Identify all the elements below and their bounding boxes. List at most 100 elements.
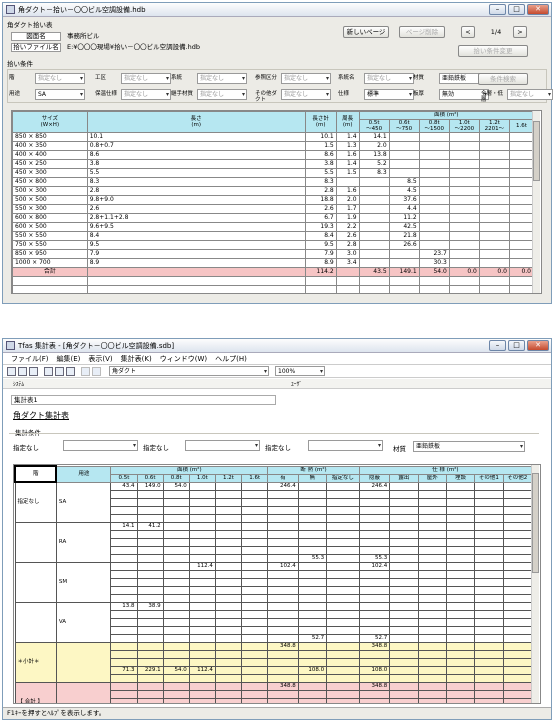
table-row[interactable]: 指定なし SA 43.4 149.0 54.0 246.4 246.4 xyxy=(14,481,533,523)
menu-item[interactable]: ヘルプ(H) xyxy=(215,354,247,364)
use-cell: SM xyxy=(55,561,112,603)
filter-select[interactable]: 指定なし xyxy=(121,73,171,84)
value-cell: 149.0 xyxy=(136,481,164,491)
cond-2-select[interactable] xyxy=(185,440,260,451)
empty-cell xyxy=(267,609,299,619)
scroll-thumb[interactable] xyxy=(533,121,540,181)
maximize-button[interactable]: □ xyxy=(508,4,525,15)
minimize-button-2[interactable]: – xyxy=(489,340,506,351)
sheet-name-field[interactable]: 集計表1 xyxy=(11,395,276,405)
table-row[interactable]: 400 × 400 8.6 8.6 1.6 13.8 xyxy=(12,150,535,160)
value-cell xyxy=(389,601,419,611)
maximize-button-2[interactable]: □ xyxy=(508,340,525,351)
filter-label: 系統名 xyxy=(338,75,355,81)
filter-select[interactable]: 指定なし xyxy=(281,89,331,100)
value-cell xyxy=(162,601,190,611)
menu-item[interactable]: 集計表(K) xyxy=(121,354,152,364)
filter-select[interactable]: 指定なし xyxy=(35,73,85,84)
table-row[interactable]: 450 × 300 5.5 5.5 1.5 8.3 xyxy=(12,168,535,178)
table-row[interactable]: 600 × 500 9.6+9.5 19.3 2.2 42.5 xyxy=(12,222,535,232)
table-cell xyxy=(388,150,420,160)
empty-cell xyxy=(358,649,391,659)
minimize-button[interactable]: – xyxy=(489,4,506,15)
empty-cell xyxy=(502,529,533,539)
table-row[interactable]: 1000 × 700 8.9 8.9 3.4 30.3 xyxy=(12,258,535,268)
table-row[interactable]: 500 × 300 2.8 2.8 1.6 4.5 xyxy=(12,186,535,196)
value-cell: 102.4 xyxy=(358,561,391,571)
filter-select[interactable]: 標準 xyxy=(364,89,414,100)
menu-item[interactable]: ウィンドウ(W) xyxy=(160,354,207,364)
table-row[interactable]: SM 112.4 102.4 102.4 xyxy=(14,561,533,603)
menu-item[interactable]: 編集(E) xyxy=(57,354,81,364)
table-row[interactable]: 450 × 800 8.3 8.3 8.5 xyxy=(12,177,535,187)
table-row[interactable]: 750 × 550 9.5 9.5 2.8 26.6 xyxy=(12,240,535,250)
table-cell xyxy=(418,222,450,232)
table-row[interactable]: 550 × 550 8.4 8.4 2.6 21.8 xyxy=(12,231,535,241)
close-button-2[interactable]: ✕ xyxy=(527,340,549,351)
table-row[interactable]: 600 × 800 2.8+1.1+2.8 6.7 1.9 11.2 xyxy=(12,213,535,223)
menu-item[interactable]: 表示(V) xyxy=(88,354,112,364)
summary-scroll-thumb[interactable] xyxy=(532,473,539,573)
value-cell xyxy=(445,561,476,571)
summary-scrollbar[interactable] xyxy=(531,465,539,703)
table-row[interactable]: VA 13.8 38.9 xyxy=(14,601,533,643)
change-conditions-button[interactable]: 拾い条件変更 xyxy=(458,45,528,57)
summary-table: 階用途 面積 (m²) 断 熱 (m²) 仕 様 (m²) 0.5t 0.6t 0.8t 1.… xyxy=(14,465,533,703)
value-cell xyxy=(214,593,243,603)
table-row[interactable]: ＊小計＊ 348.8 348.8 xyxy=(14,641,533,683)
table-cell: 3.4 xyxy=(335,258,360,268)
filter-select[interactable]: 指定なし xyxy=(281,73,331,84)
material-select[interactable]: 亜鉛鉄板 xyxy=(413,441,525,452)
new-page-button[interactable]: 新しいページ xyxy=(343,26,389,38)
filter-select[interactable]: SA xyxy=(35,89,85,100)
empty-cell xyxy=(162,697,190,703)
table-row[interactable]: 850 × 850 10.1 10.1 1.4 14.1 xyxy=(12,132,535,142)
filter-select[interactable]: 指定なし xyxy=(121,89,171,100)
cond-1-select[interactable] xyxy=(63,440,138,451)
save-icon[interactable] xyxy=(29,366,38,376)
menu-item[interactable]: ファイル(F) xyxy=(11,354,49,364)
close-button[interactable]: ✕ xyxy=(527,4,549,15)
redo-icon[interactable] xyxy=(92,366,101,376)
filter-select[interactable]: 指定なし xyxy=(364,73,414,84)
table-cell xyxy=(478,258,510,268)
table-row[interactable]: 850 × 950 7.9 7.9 3.0 23.7 xyxy=(12,249,535,259)
value-cell xyxy=(110,553,138,563)
empty-cell xyxy=(110,537,138,547)
table-cell: 30.3 xyxy=(418,258,450,268)
filter-select[interactable]: 指定なし xyxy=(197,89,247,100)
open-folder-icon[interactable] xyxy=(18,366,27,376)
table-cell xyxy=(448,213,480,223)
undo-icon[interactable] xyxy=(81,366,90,376)
table-cell xyxy=(418,168,450,178)
empty-cell xyxy=(389,617,419,627)
delete-page-button[interactable]: ページ削除 xyxy=(399,26,445,38)
table-scrollbar[interactable] xyxy=(532,111,540,293)
table-row[interactable]: 450 × 250 3.8 3.8 1.4 5.2 xyxy=(12,159,535,169)
table-cell xyxy=(478,240,510,250)
condition-search-button[interactable]: 条件検索 xyxy=(478,73,528,85)
value-cell xyxy=(326,513,360,523)
empty-cell xyxy=(297,585,328,595)
cond-3-select[interactable] xyxy=(308,440,383,451)
print-icon[interactable] xyxy=(55,366,64,376)
value-cell xyxy=(241,521,269,531)
filter-select[interactable]: 指定なし xyxy=(507,89,553,100)
new-file-icon[interactable] xyxy=(7,366,16,376)
copy-icon[interactable] xyxy=(44,366,53,376)
type-combo[interactable]: 角ダクト xyxy=(109,366,269,376)
table-row[interactable]: 【 合計 】 348.8 348.8 xyxy=(14,681,533,703)
empty-cell xyxy=(474,489,504,499)
prev-page-button[interactable]: < xyxy=(461,26,475,38)
summary-conditions-label: 集計条件 xyxy=(15,429,41,437)
table-row[interactable]: 400 × 350 0.8+0.7 1.5 1.3 2.0 xyxy=(12,141,535,151)
empty-cell xyxy=(214,569,243,579)
preview-icon[interactable] xyxy=(66,366,75,376)
table-cell: 8.9 xyxy=(304,258,337,268)
table-row[interactable]: 500 × 500 9.8+9.0 18.8 2.0 37.6 xyxy=(12,195,535,205)
table-row[interactable]: RA 14.1 41.2 xyxy=(14,521,533,563)
filter-select[interactable]: 指定なし xyxy=(197,73,247,84)
table-row[interactable]: 550 × 300 2.6 2.6 1.7 4.4 xyxy=(12,204,535,214)
next-page-button[interactable]: > xyxy=(513,26,527,38)
zoom-combo[interactable]: 100% xyxy=(275,366,325,376)
